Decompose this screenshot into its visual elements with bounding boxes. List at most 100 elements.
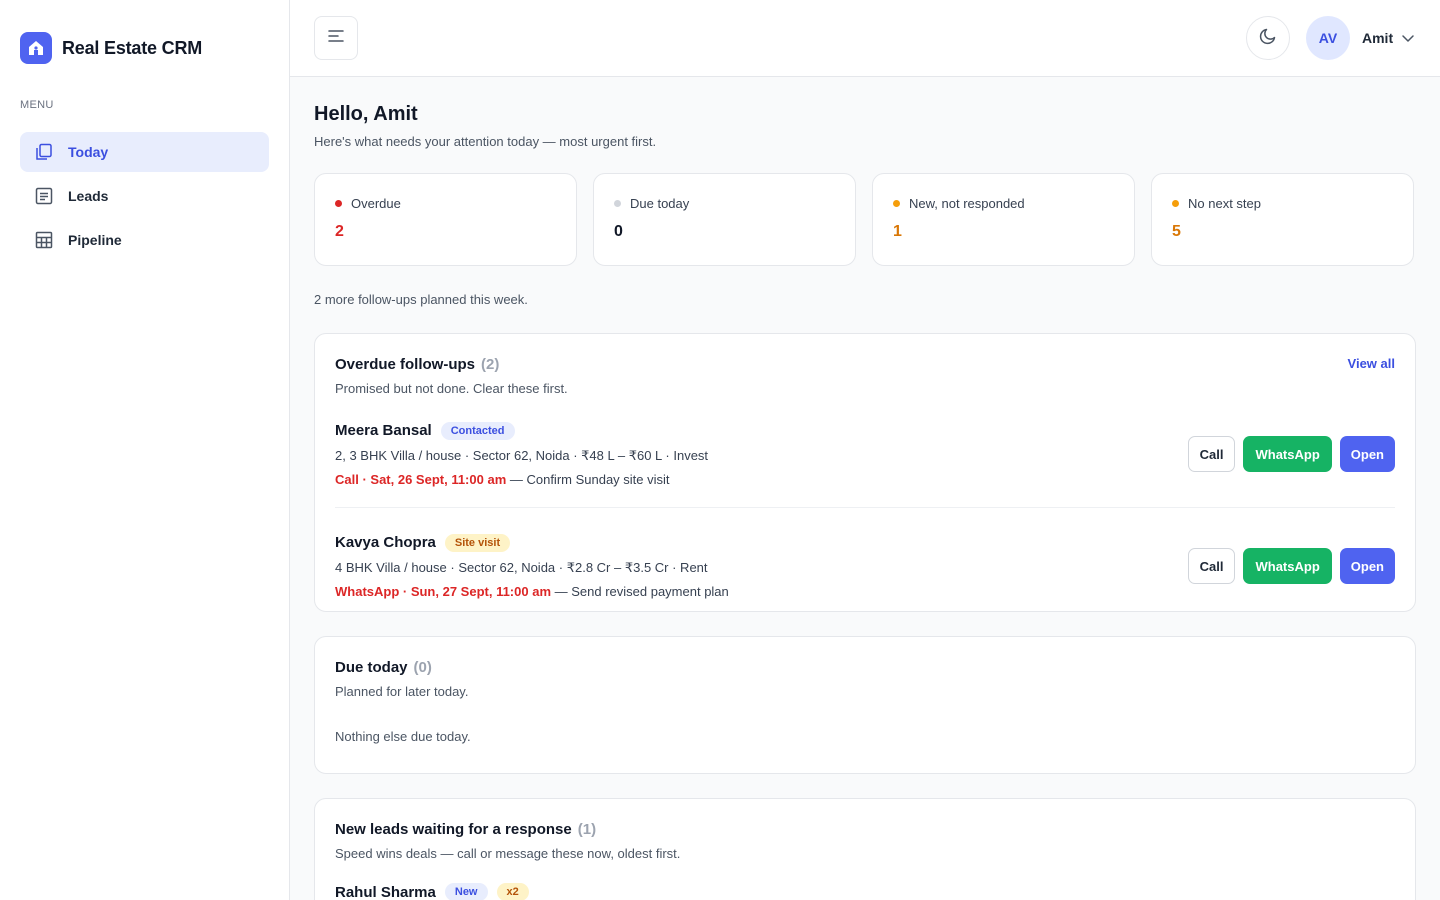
sidebar: Real Estate CRM MENU Today Leads Pipelin… bbox=[0, 0, 290, 900]
lead-actions: Call WhatsApp Open bbox=[1187, 436, 1395, 472]
list-item: Kavya Chopra Site visit 4 BHK Villa / ho… bbox=[335, 528, 1395, 604]
status-dot bbox=[1172, 200, 1179, 207]
card-title: Due today (0) bbox=[335, 659, 1395, 676]
avatar: AV bbox=[1306, 16, 1350, 60]
card-header: New leads waiting for a response (1) Spee… bbox=[335, 799, 1395, 900]
overdue-card: Overdue follow-ups (2) Promised but not d… bbox=[314, 333, 1416, 612]
call-button[interactable]: Call bbox=[1187, 548, 1236, 584]
page-title: Hello, Amit bbox=[314, 103, 418, 125]
menu-toggle-button[interactable] bbox=[314, 16, 358, 60]
sidebar-item-leads[interactable]: Leads bbox=[20, 176, 269, 216]
stat-label-row: No next step bbox=[1172, 196, 1393, 211]
stat-value: 1 bbox=[893, 223, 902, 240]
menu-label: MENU bbox=[20, 99, 54, 111]
sidebar-item-label: Leads bbox=[68, 188, 109, 204]
open-button[interactable]: Open bbox=[1339, 436, 1395, 472]
page-subtitle: Here's what needs your attention today —… bbox=[314, 134, 657, 149]
sidebar-nav: Today Leads Pipeline bbox=[20, 132, 269, 264]
divider bbox=[335, 507, 1395, 508]
card-title-text: Overdue follow-ups bbox=[335, 356, 476, 373]
topbar: AV Amit bbox=[290, 0, 1440, 77]
sidebar-item-pipeline[interactable]: Pipeline bbox=[20, 220, 269, 260]
card-count: (1) bbox=[577, 821, 597, 838]
user-name: Amit bbox=[1362, 30, 1394, 46]
lead-info: Meera Bansal Contacted 2, 3 BHK Villa / … bbox=[335, 421, 709, 487]
card-title-text: Due today bbox=[335, 659, 408, 676]
stat-value: 5 bbox=[1172, 223, 1181, 240]
next-step-due: WhatsApp · Sun, 27 Sept, 11:00 am bbox=[335, 583, 551, 599]
list-icon bbox=[34, 186, 54, 206]
sidebar-item-label: Today bbox=[68, 144, 109, 160]
stat-card-due-today[interactable]: Due today 0 bbox=[593, 173, 856, 266]
status-badge: Contacted bbox=[440, 421, 515, 440]
stat-label: New, not responded bbox=[909, 196, 1025, 211]
card-subtitle: Speed wins deals — call or message these… bbox=[335, 846, 681, 861]
status-badge: x2 bbox=[496, 883, 529, 900]
stat-label: Overdue bbox=[351, 196, 401, 211]
lead-name[interactable]: Meera Bansal bbox=[335, 422, 432, 439]
week-note: 2 more follow-ups planned this week. bbox=[314, 292, 528, 307]
stat-value: 2 bbox=[335, 223, 344, 240]
next-step-note: — Confirm Sunday site visit bbox=[506, 471, 670, 487]
card-title: Overdue follow-ups (2) bbox=[335, 356, 568, 373]
due-today-card: Due today (0) Planned for later today. No… bbox=[314, 636, 1416, 774]
brand[interactable]: Real Estate CRM bbox=[20, 32, 202, 64]
status-dot bbox=[893, 200, 900, 207]
lead-details: 4 BHK Villa / house · Sector 62, Noida ·… bbox=[335, 559, 708, 575]
lead-name-row: Meera Bansal Contacted bbox=[335, 421, 708, 440]
card-subtitle: Planned for later today. bbox=[335, 684, 469, 699]
new-leads-card: New leads waiting for a response (1) Spee… bbox=[314, 798, 1416, 900]
copy-icon bbox=[34, 142, 54, 162]
lead-details: 2, 3 BHK Villa / house · Sector 62, Noid… bbox=[335, 447, 709, 463]
stat-card-new-not-responded[interactable]: New, not responded 1 bbox=[872, 173, 1135, 266]
stat-label-row: New, not responded bbox=[893, 196, 1114, 211]
stat-label-row: Due today bbox=[614, 196, 835, 211]
status-badge: Site visit bbox=[444, 533, 511, 552]
view-all-link[interactable]: View all bbox=[1348, 356, 1395, 371]
home-icon bbox=[20, 32, 52, 64]
stat-label: Due today bbox=[630, 196, 690, 211]
lead-name[interactable]: Kavya Chopra bbox=[335, 534, 436, 551]
stat-label-row: Overdue bbox=[335, 196, 556, 211]
lead-name-row: Rahul Sharma New x2 bbox=[335, 883, 1395, 900]
sidebar-item-label: Pipeline bbox=[68, 232, 122, 248]
user-menu[interactable]: AV Amit bbox=[1306, 16, 1415, 60]
stat-card-no-next-step[interactable]: No next step 5 bbox=[1151, 173, 1414, 266]
card-header: Due today (0) Planned for later today. No… bbox=[335, 637, 1395, 744]
card-heading: Overdue follow-ups (2) Promised but not d… bbox=[335, 356, 568, 396]
brand-name: Real Estate CRM bbox=[62, 37, 203, 58]
card-subtitle: Promised but not done. Clear these first… bbox=[335, 381, 568, 396]
whatsapp-button[interactable]: WhatsApp bbox=[1243, 436, 1332, 472]
whatsapp-button[interactable]: WhatsApp bbox=[1243, 548, 1332, 584]
next-step-note: — Send revised payment plan bbox=[551, 583, 729, 599]
call-button[interactable]: Call bbox=[1187, 436, 1236, 472]
empty-state: Nothing else due today. bbox=[335, 729, 471, 744]
open-button[interactable]: Open bbox=[1339, 548, 1395, 584]
chevron-down-icon bbox=[1401, 31, 1415, 45]
status-dot bbox=[614, 200, 621, 207]
main-content: Hello, Amit Here's what needs your atten… bbox=[314, 77, 1416, 900]
theme-toggle-button[interactable] bbox=[1246, 16, 1290, 60]
stat-card-overdue[interactable]: Overdue 2 bbox=[314, 173, 577, 266]
lead-actions: Call WhatsApp Open bbox=[1187, 548, 1395, 584]
lead-next-step: Call · Sat, 26 Sept, 11:00 am — Confirm … bbox=[335, 472, 708, 487]
grid-icon bbox=[34, 230, 54, 250]
lead-info: Kavya Chopra Site visit 4 BHK Villa / ho… bbox=[335, 533, 729, 599]
moon-icon bbox=[1259, 27, 1277, 50]
status-badge: New bbox=[444, 883, 488, 900]
menu-icon bbox=[328, 29, 344, 48]
stat-value: 0 bbox=[614, 223, 623, 240]
card-count: (0) bbox=[413, 659, 432, 676]
status-dot bbox=[335, 200, 342, 207]
card-title: New leads waiting for a response (1) bbox=[335, 821, 1395, 838]
lead-name-row: Kavya Chopra Site visit bbox=[335, 533, 729, 552]
stats-row: Overdue 2 Due today 0 New, not responded… bbox=[314, 173, 1416, 266]
card-title-text: New leads waiting for a response bbox=[335, 821, 572, 838]
lead-name[interactable]: Rahul Sharma bbox=[335, 884, 436, 900]
list-item: Meera Bansal Contacted 2, 3 BHK Villa / … bbox=[335, 416, 1395, 492]
card-count: (2) bbox=[481, 356, 500, 373]
sidebar-item-today[interactable]: Today bbox=[20, 132, 269, 172]
card-header: Overdue follow-ups (2) Promised but not d… bbox=[335, 334, 1395, 396]
next-step-due: Call · Sat, 26 Sept, 11:00 am bbox=[335, 471, 507, 487]
stat-label: No next step bbox=[1188, 196, 1261, 211]
